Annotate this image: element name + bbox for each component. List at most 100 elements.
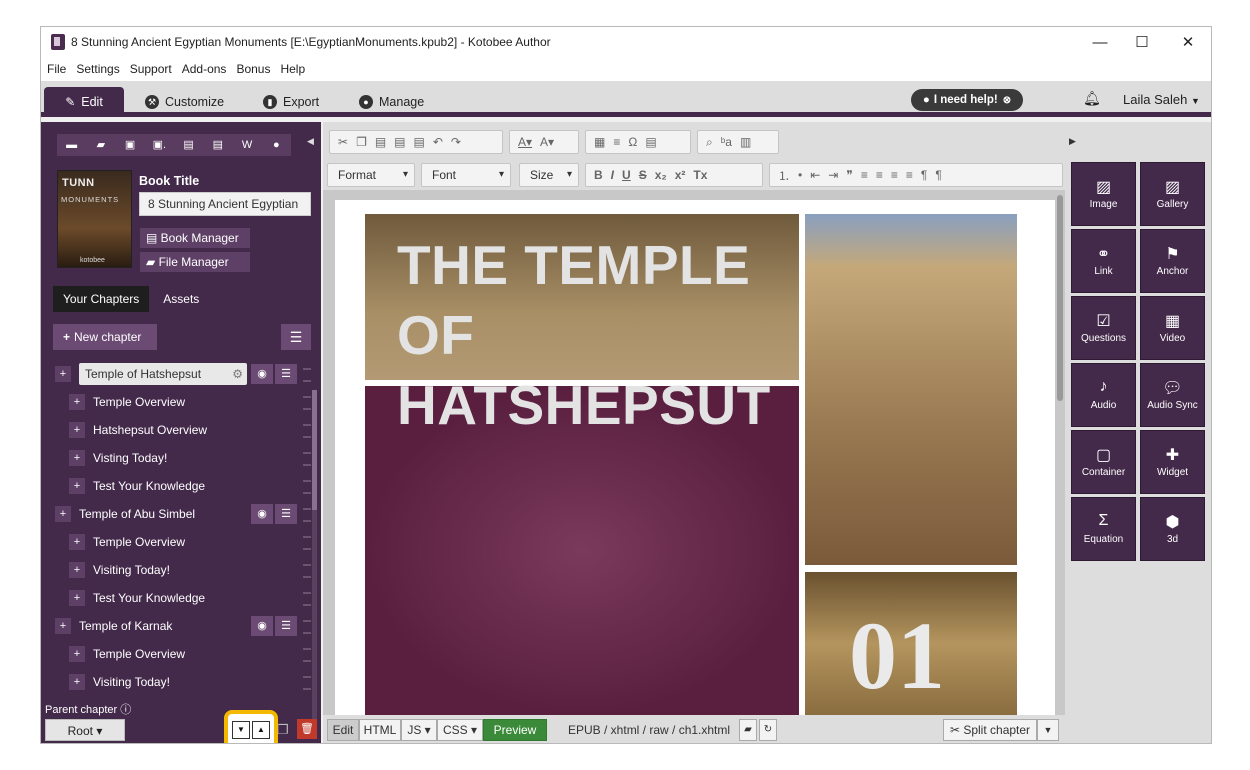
- drag-handle-icon[interactable]: [303, 424, 311, 438]
- chapter-row[interactable]: + Temple Overview: [69, 390, 185, 414]
- book-cover[interactable]: TUNN MONUMENTS kotobee: [57, 170, 132, 268]
- drag-handle-icon[interactable]: [303, 676, 311, 690]
- save-as-icon[interactable]: ▣.: [145, 134, 174, 156]
- minimize-button[interactable]: —: [1077, 27, 1123, 57]
- chapter-page[interactable]: THE TEMPLE OF HATSHEPSUT 01: [335, 200, 1055, 715]
- user-menu[interactable]: Laila Saleh ▼: [1123, 92, 1200, 107]
- chapter-label-selected[interactable]: Temple of Hatshepsut ⚙: [79, 363, 247, 385]
- add-subchapter-icon[interactable]: +: [69, 674, 85, 690]
- maximize-button[interactable]: ☐: [1119, 27, 1165, 57]
- drag-handle-icon[interactable]: [303, 480, 311, 494]
- bell-icon[interactable]: 🔔︎: [1083, 90, 1101, 107]
- chapter-number[interactable]: 01: [849, 600, 945, 711]
- move-down-icon[interactable]: ▼: [232, 721, 250, 739]
- outdent-icon[interactable]: ⇤: [810, 168, 820, 182]
- chapter-row[interactable]: + Visting Today!: [69, 446, 167, 470]
- new-chapter-button[interactable]: + New chapter: [53, 324, 157, 350]
- add-subchapter-icon[interactable]: +: [69, 646, 85, 662]
- tab-customize[interactable]: ⚒ Customize: [145, 87, 224, 117]
- drag-handle-icon[interactable]: [303, 592, 311, 606]
- expand-right-icon[interactable]: ▶: [1069, 136, 1076, 147]
- editor-canvas[interactable]: THE TEMPLE OF HATSHEPSUT 01: [323, 190, 1065, 715]
- html-icon[interactable]: ▤: [645, 135, 656, 149]
- paste-icon[interactable]: ▤: [375, 135, 386, 149]
- menu-icon[interactable]: ☰: [275, 616, 297, 636]
- size-select[interactable]: Size: [519, 163, 579, 187]
- js-button[interactable]: JS ▾: [401, 719, 437, 741]
- subscript-icon[interactable]: x₂: [655, 168, 667, 182]
- split-chapter-button[interactable]: ✂ Split chapter: [943, 719, 1037, 741]
- tab-assets[interactable]: Assets: [149, 286, 213, 312]
- widget-widget[interactable]: ✚ Widget: [1140, 430, 1205, 494]
- chapter-row[interactable]: + Temple of Abu Simbel: [55, 502, 195, 526]
- chapter-row[interactable]: + Temple Overview: [69, 642, 185, 666]
- widget-video[interactable]: ▦ Video: [1140, 296, 1205, 360]
- gear-icon[interactable]: ⚙: [232, 363, 243, 385]
- add-subchapter-icon[interactable]: +: [69, 422, 85, 438]
- ltr-icon[interactable]: ¶: [921, 168, 927, 182]
- widget-equation[interactable]: Σ Equation: [1071, 497, 1136, 561]
- add-subchapter-icon[interactable]: +: [69, 394, 85, 410]
- css-button[interactable]: CSS ▾: [437, 719, 483, 741]
- bullet-list-icon[interactable]: •: [798, 168, 802, 182]
- undo-icon[interactable]: ↶: [433, 135, 443, 149]
- temple-doorway-photo[interactable]: [805, 214, 1017, 565]
- widget-3d[interactable]: ⬢ 3d: [1140, 497, 1205, 561]
- chapter-row[interactable]: + Test Your Knowledge: [69, 586, 205, 610]
- pdf-icon[interactable]: ▤: [174, 134, 203, 156]
- add-subchapter-icon[interactable]: +: [69, 534, 85, 550]
- drag-handle-icon[interactable]: [303, 564, 311, 578]
- add-subchapter-icon[interactable]: +: [69, 450, 85, 466]
- drag-handle-icon[interactable]: [303, 620, 311, 634]
- align-center-icon[interactable]: ≡: [876, 168, 883, 182]
- file-manager-button[interactable]: ▰ File Manager: [140, 252, 250, 272]
- table-icon[interactable]: ▦: [594, 135, 605, 149]
- chapter-headline[interactable]: THE TEMPLE OF HATSHEPSUT: [397, 230, 817, 440]
- menu-file[interactable]: File: [47, 62, 66, 76]
- move-up-icon[interactable]: ▲: [252, 721, 270, 739]
- add-subchapter-icon[interactable]: +: [55, 618, 71, 634]
- menu-icon[interactable]: ☰: [275, 364, 297, 384]
- tab-manage[interactable]: ● Manage: [359, 87, 424, 117]
- tab-your-chapters[interactable]: Your Chapters: [53, 286, 150, 312]
- underline-icon[interactable]: U: [622, 168, 631, 182]
- rtl-icon[interactable]: ¶: [935, 168, 941, 182]
- open-folder-icon[interactable]: ▰: [86, 134, 115, 156]
- search-icon[interactable]: ⌕: [706, 135, 713, 150]
- new-file-icon[interactable]: ▬: [57, 134, 86, 156]
- redo-icon[interactable]: ↷: [451, 135, 461, 149]
- chapter-row[interactable]: + Test Your Knowledge: [69, 474, 205, 498]
- bg-color-icon[interactable]: A▾: [540, 135, 554, 149]
- add-subchapter-icon[interactable]: +: [69, 562, 85, 578]
- tab-edit[interactable]: ✎ Edit: [44, 87, 124, 117]
- omega-icon[interactable]: Ω: [628, 135, 637, 149]
- indent-icon[interactable]: ⇥: [828, 168, 838, 182]
- add-subchapter-icon[interactable]: +: [69, 478, 85, 494]
- word-icon[interactable]: W: [233, 134, 262, 156]
- widget-image[interactable]: ▨ Image: [1071, 162, 1136, 226]
- bold-icon[interactable]: B: [594, 168, 603, 182]
- book-manager-button[interactable]: ▤ Book Manager: [140, 228, 250, 248]
- widget-audio-sync[interactable]: 💬︎ Audio Sync: [1140, 363, 1205, 427]
- chapter-list-menu-button[interactable]: ☰: [281, 324, 311, 350]
- book-title-input[interactable]: 8 Stunning Ancient Egyptian: [139, 192, 311, 216]
- widget-questions[interactable]: ☑ Questions: [1071, 296, 1136, 360]
- add-subchapter-icon[interactable]: +: [69, 590, 85, 606]
- drag-handle-icon[interactable]: [303, 536, 311, 550]
- eye-icon[interactable]: ◉: [251, 504, 273, 524]
- add-subchapter-icon[interactable]: +: [55, 366, 71, 382]
- quote-icon[interactable]: ❞: [846, 168, 852, 182]
- drag-handle-icon[interactable]: [303, 396, 311, 410]
- widget-audio[interactable]: ♪ Audio: [1071, 363, 1136, 427]
- menu-settings[interactable]: Settings: [76, 62, 119, 76]
- strike-icon[interactable]: S: [639, 168, 647, 182]
- hr-icon[interactable]: ≡: [613, 135, 620, 149]
- menu-bonus[interactable]: Bonus: [236, 62, 270, 76]
- drag-handle-icon[interactable]: [303, 368, 311, 382]
- text-color-icon[interactable]: A▾: [518, 135, 532, 149]
- info-icon[interactable]: ⓘ: [120, 704, 131, 716]
- preview-button[interactable]: Preview: [483, 719, 547, 741]
- chapter-row[interactable]: + Visiting Today!: [69, 670, 170, 694]
- clear-format-icon[interactable]: Tx: [693, 168, 707, 182]
- replace-icon[interactable]: ᵇa: [721, 135, 732, 149]
